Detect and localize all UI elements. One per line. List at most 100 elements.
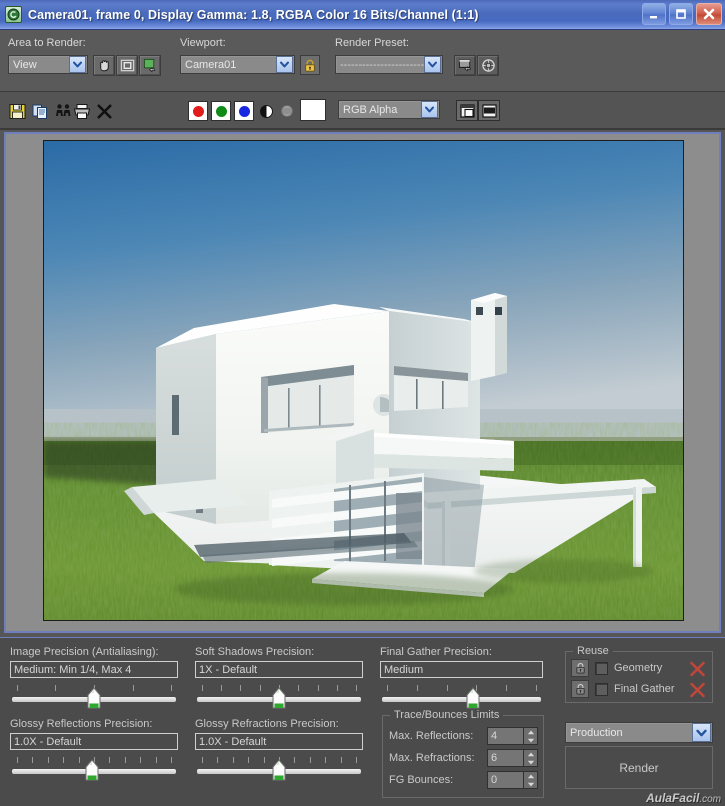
image-precision-value: Medium: Min 1/4, Max 4 <box>14 663 132 676</box>
viewport-select[interactable]: Camera01 <box>180 55 295 74</box>
clear-bitmap-icon[interactable] <box>94 101 114 121</box>
render-setup-icon[interactable] <box>454 55 476 76</box>
max-reflections-row: Max. Reflections: 4 <box>389 727 539 745</box>
pan-hand-icon[interactable] <box>93 55 115 76</box>
render-viewport-icon[interactable] <box>139 55 161 76</box>
glossy-refractions-field[interactable]: 1.0X - Default <box>195 733 363 750</box>
image-precision-field[interactable]: Medium: Min 1/4, Max 4 <box>10 661 178 678</box>
slider-tick <box>16 685 18 691</box>
spinner-arrows-icon[interactable] <box>524 771 538 789</box>
max-reflections-stepper[interactable]: 4 <box>487 727 538 745</box>
green-channel-button[interactable] <box>211 101 231 121</box>
glossy-refractions-slider[interactable] <box>197 754 361 781</box>
final-gather-precision-field[interactable]: Medium <box>380 661 543 678</box>
blue-channel-button[interactable] <box>234 101 254 121</box>
geometry-label: Geometry <box>614 662 663 674</box>
slider-track <box>382 697 541 702</box>
clone-bitmap-icon[interactable] <box>53 101 73 121</box>
channel-select[interactable]: RGB Alpha <box>338 100 440 119</box>
viewport-group: Viewport: <box>180 37 226 49</box>
image-precision-label: Image Precision (Antialiasing): <box>10 646 159 658</box>
soft-shadows-slider[interactable] <box>197 682 361 709</box>
reuse-group: Reuse Geometry Final Gather <box>565 645 713 703</box>
final-gather-clear-button[interactable] <box>688 681 707 699</box>
slider-tick <box>240 685 242 691</box>
image-precision-slider[interactable] <box>12 682 176 709</box>
soft-shadows-group: Soft Shadows Precision: <box>195 646 375 658</box>
final-gather-checkbox[interactable] <box>595 682 608 696</box>
final-gather-label: Final Gather <box>614 683 675 695</box>
slider-tick <box>63 757 65 763</box>
slider-tick <box>32 757 34 763</box>
watermark-brand: AulaFacil <box>645 791 700 805</box>
slider-tick <box>294 757 296 763</box>
duplicate-window-icon[interactable] <box>456 100 478 121</box>
slider-tick <box>232 757 234 763</box>
slider-tick <box>109 757 111 763</box>
close-button[interactable] <box>696 3 722 25</box>
final-gather-group: Final Gather Precision: <box>380 646 560 658</box>
env-sphere-icon[interactable] <box>477 55 499 76</box>
slider-tick <box>16 757 18 763</box>
max-refractions-stepper[interactable]: 6 <box>487 749 538 767</box>
glossy-reflections-slider[interactable] <box>12 754 176 781</box>
alpha-channel-button[interactable] <box>256 101 276 121</box>
red-channel-button[interactable] <box>188 101 208 121</box>
maximize-button[interactable] <box>669 3 693 25</box>
reuse-group-title: Reuse <box>573 645 613 657</box>
region-frame-icon[interactable] <box>116 55 138 76</box>
background-color-swatch[interactable] <box>300 99 326 121</box>
chevron-down-icon <box>692 723 711 742</box>
render-preset-group: Render Preset: <box>335 37 409 49</box>
slider-tick <box>132 685 134 691</box>
slider-thumb[interactable] <box>87 687 102 709</box>
final-gather-lock-button[interactable] <box>571 680 589 698</box>
channel-select-value: RGB Alpha <box>343 103 398 116</box>
render-preset-select[interactable]: ------------------------- <box>335 55 443 74</box>
app-icon <box>5 6 22 23</box>
glossy-reflections-group: Glossy Reflections Precision: <box>10 718 200 730</box>
rendered-house-render[interactable] <box>43 140 684 621</box>
area-to-render-select[interactable]: View <box>8 55 88 74</box>
glossy-reflections-label: Glossy Reflections Precision: <box>10 718 153 730</box>
slider-tick <box>47 757 49 763</box>
fg-bounces-stepper[interactable]: 0 <box>487 771 538 789</box>
fg-bounces-label: FG Bounces: <box>389 774 454 786</box>
spinner-arrows-icon[interactable] <box>524 749 538 767</box>
fg-bounces-value[interactable]: 0 <box>487 771 524 789</box>
mono-channel-button[interactable] <box>277 101 297 121</box>
glossy-reflections-field[interactable]: 1.0X - Default <box>10 733 178 750</box>
print-bitmap-icon[interactable] <box>72 101 92 121</box>
slider-thumb[interactable] <box>465 687 480 709</box>
blue-dot-icon <box>238 105 250 117</box>
soft-shadows-field[interactable]: 1X - Default <box>195 661 363 678</box>
render-view-frame <box>4 132 721 633</box>
slider-ticks <box>382 685 541 691</box>
slider-tick <box>506 685 508 691</box>
geometry-lock-button[interactable] <box>571 659 589 677</box>
geometry-checkbox[interactable] <box>595 661 608 675</box>
slider-thumb[interactable] <box>272 759 287 781</box>
max-reflections-value[interactable]: 4 <box>487 727 524 745</box>
copy-bitmap-icon[interactable] <box>30 101 50 121</box>
slider-tick <box>140 757 142 763</box>
slider-thumb[interactable] <box>272 687 287 709</box>
minimize-button[interactable] <box>642 3 666 25</box>
spinner-arrows-icon[interactable] <box>524 727 538 745</box>
render-button[interactable]: Render <box>565 746 713 789</box>
area-to-render-value: View <box>13 58 37 71</box>
toggle-ui-icon[interactable] <box>478 100 500 121</box>
viewport-lock-button[interactable] <box>300 55 320 75</box>
max-refractions-row: Max. Refractions: 6 <box>389 749 539 767</box>
image-toolbar: RGB Alpha <box>0 92 725 130</box>
fg-bounces-row: FG Bounces: 0 <box>389 771 539 789</box>
save-bitmap-icon[interactable] <box>7 101 27 121</box>
geometry-clear-button[interactable] <box>688 660 707 678</box>
reuse-geometry-row: Geometry <box>571 659 662 677</box>
max-refractions-value[interactable]: 6 <box>487 749 524 767</box>
render-mode-select[interactable]: Production <box>565 722 713 743</box>
final-gather-precision-slider[interactable] <box>382 682 541 709</box>
slider-thumb[interactable] <box>85 759 100 781</box>
green-dot-icon <box>215 105 227 117</box>
slider-tick <box>155 757 157 763</box>
